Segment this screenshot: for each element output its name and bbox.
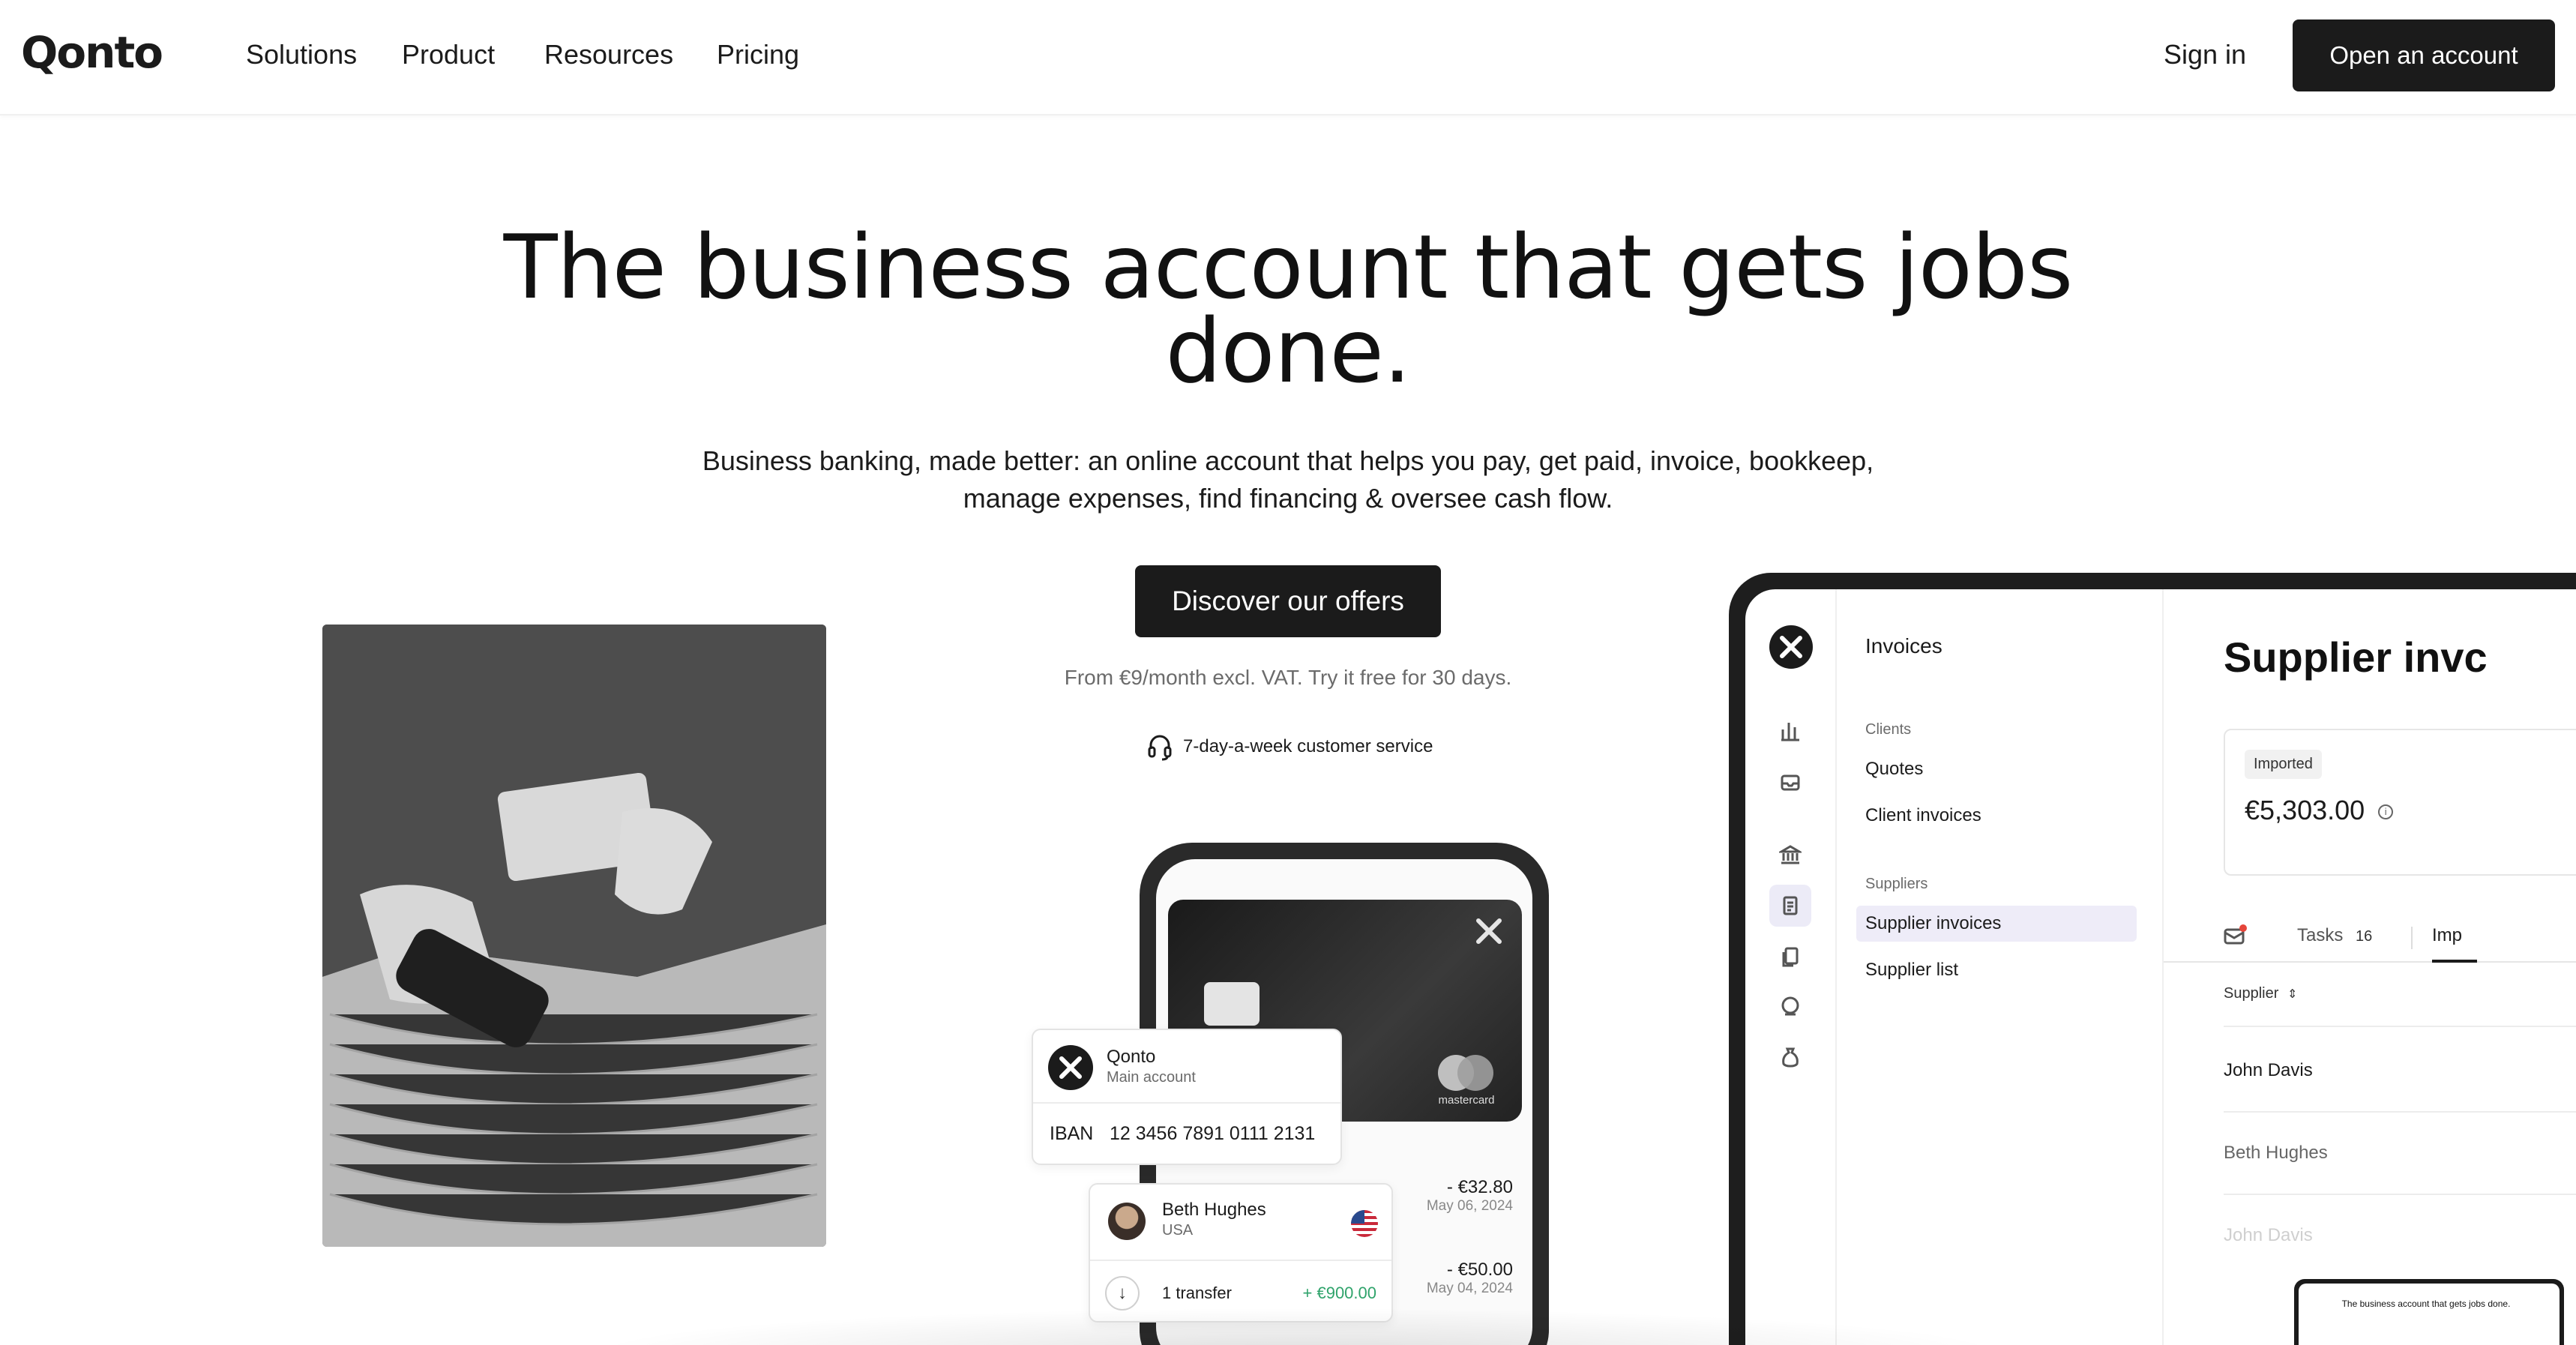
mastercard-logo: mastercard [1426,1054,1507,1107]
mastercard-circles-icon [1438,1055,1493,1091]
bank-icon[interactable] [1775,840,1805,870]
headset-icon [1148,735,1172,761]
divider [2224,1111,2576,1113]
invoices-icon[interactable] [1769,885,1811,927]
laptop-thumbnail: The business account that gets jobs done… [2294,1279,2564,1345]
inbox-icon[interactable] [1775,768,1805,798]
amount-value: €5,303.00 [2245,795,2365,825]
sign-in-link[interactable]: Sign in [2164,39,2246,70]
info-icon: i [2378,804,2394,820]
transaction-row[interactable]: - €32.80 May 06, 2024 [1427,1177,1513,1215]
recipient-country: USA [1162,1222,1194,1239]
accounting-icon[interactable] [1775,991,1805,1021]
table-row[interactable]: Beth Hughes [2224,1143,2328,1164]
table-row[interactable]: John Davis [2224,1225,2313,1246]
iban-label: IBAN [1050,1123,1094,1144]
transaction-amount: - €32.80 [1446,1177,1513,1197]
analytics-icon[interactable] [1775,715,1805,745]
app-sidebar [1745,589,1837,1345]
status-badge: Imported [2245,750,2322,779]
transaction-date: May 06, 2024 [1426,1198,1513,1214]
us-flag-icon [1351,1210,1378,1237]
menu-item-supplier-invoices[interactable]: Supplier invoices [1856,906,2137,942]
qonto-account-icon [1048,1045,1093,1090]
account-name: Qonto [1107,1047,1156,1067]
tab-divider [2411,927,2413,949]
divider [2224,1194,2576,1195]
funding-icon[interactable] [1775,1042,1805,1072]
menu-title: Invoices [1865,634,1942,658]
menu-group-suppliers: Suppliers [1865,876,1928,892]
nav-resources[interactable]: Resources [544,39,673,70]
table-row[interactable]: John Davis [2224,1060,2313,1081]
hero-title-line2: done. [1165,299,1412,403]
supplier-invoices-panel: Supplier invc Imported €5,303.00 i Tasks… [2164,589,2576,1345]
tab-tasks-count: 16 [2356,928,2373,945]
card-brand: mastercard [1438,1094,1495,1107]
card-chip-icon [1204,982,1260,1026]
hero-subtitle-line1: Business banking, made better: an online… [702,445,1874,476]
hero-subtitle: Business banking, made better: an online… [645,442,1931,517]
qonto-logo[interactable]: Qonto [21,27,163,78]
menu-item-supplier-list[interactable]: Supplier list [1865,960,1958,981]
tab-tasks[interactable]: Tasks 16 [2297,925,2372,946]
nav-product[interactable]: Product [402,39,495,70]
transaction-row[interactable]: - €50.00 May 04, 2024 [1427,1260,1513,1297]
tab-imported[interactable]: Imp [2432,925,2462,946]
customer-service-note: 7-day-a-week customer service [1147,732,1433,762]
iban-value: 12 3456 7891 0111 2131 [1110,1123,1316,1144]
person-with-card-image [322,625,826,1247]
account-type: Main account [1107,1069,1196,1086]
imported-summary-card[interactable]: Imported €5,303.00 i [2224,729,2576,876]
arrow-down-icon: ↓ [1105,1276,1140,1311]
documents-icon[interactable] [1775,942,1805,972]
column-label: Supplier [2224,985,2279,1002]
transfer-amount: + €900.00 [1302,1284,1376,1302]
page-title: Supplier invc [2224,634,2488,681]
qonto-mark-icon [1476,918,1502,944]
nav-solutions[interactable]: Solutions [246,39,357,70]
open-account-button[interactable]: Open an account [2293,19,2555,91]
transaction-date: May 04, 2024 [1426,1281,1513,1296]
qonto-app-logo[interactable] [1769,625,1813,669]
imported-amount: €5,303.00 i [2245,795,2394,826]
menu-item-client-invoices[interactable]: Client invoices [1865,805,1981,826]
discover-offers-button[interactable]: Discover our offers [1135,565,1441,637]
tab-tasks-label: Tasks [2297,925,2344,945]
thumbnail-title: The business account that gets jobs done… [2341,1299,2511,1309]
account-card: Qonto Main account IBAN 12 3456 7891 011… [1032,1029,1342,1165]
sort-icon[interactable]: ⇕ [2287,988,2297,1001]
hero-title-line1: The business account that gets jobs [503,215,2074,319]
bottom-shadow [585,1308,2009,1345]
transfer-count: 1 transfer [1162,1284,1232,1302]
hero-subtitle-line2: manage expenses, find financing & overse… [963,483,1613,514]
price-note: From €9/month excl. VAT. Try it free for… [1064,666,1512,689]
transaction-amount: - €50.00 [1446,1260,1513,1280]
divider [2224,1026,2576,1027]
active-tab-indicator [2432,960,2477,963]
invoices-menu: Invoices Clients Quotes Client invoices … [1837,589,2164,1345]
recipient-name: Beth Hughes [1162,1200,1266,1220]
menu-item-quotes[interactable]: Quotes [1865,759,1923,780]
service-text: 7-day-a-week customer service [1183,736,1433,756]
invoice-tabs: Tasks 16 Imp [2164,918,2576,963]
menu-group-clients: Clients [1865,721,1912,738]
top-navigation: Qonto Solutions Product Resources Pricin… [0,0,2576,115]
tablet-mockup: Invoices Clients Quotes Client invoices … [1729,573,2576,1345]
hero-title: The business account that gets jobs done… [450,215,2126,403]
supplier-column-header[interactable]: Supplier ⇕ [2224,985,2297,1002]
hero-photo [322,625,826,1247]
avatar [1108,1203,1146,1240]
nav-pricing[interactable]: Pricing [717,39,799,70]
transfer-card: Beth Hughes USA ↓ 1 transfer + €900.00 [1089,1183,1393,1323]
mail-notification-icon[interactable] [2224,924,2248,951]
tablet-screen: Invoices Clients Quotes Client invoices … [1745,589,2576,1345]
